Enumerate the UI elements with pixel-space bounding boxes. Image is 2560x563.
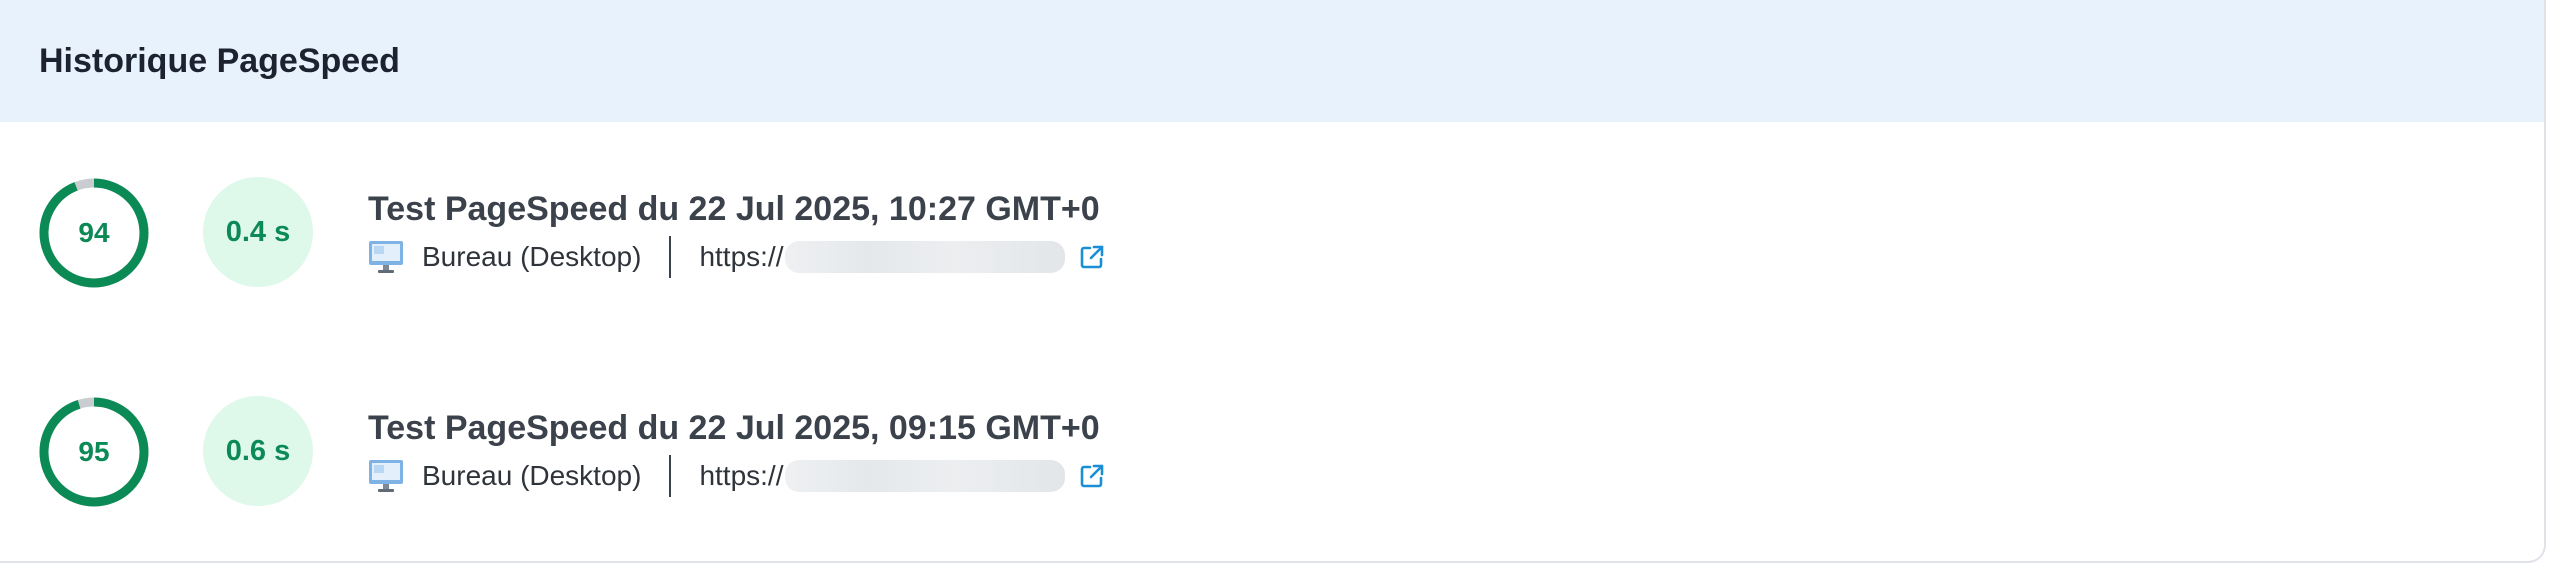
redacted-url xyxy=(785,241,1066,273)
panel-title: Historique PageSpeed xyxy=(39,41,400,80)
device-label: Bureau (Desktop) xyxy=(422,241,642,272)
test-title[interactable]: Test PageSpeed du 22 Jul 2025, 09:15 GMT… xyxy=(368,408,1105,448)
test-meta: Bureau (Desktop) https:// xyxy=(368,235,1105,279)
desktop-monitor-icon xyxy=(368,459,404,493)
pagespeed-history-panel: Historique PageSpeed 94 0.4 s Test PageS… xyxy=(0,0,2546,563)
url-prefix: https:// xyxy=(699,241,784,272)
panel-header: Historique PageSpeed xyxy=(0,0,2544,122)
score-gauge: 94 xyxy=(38,177,150,289)
score-value: 94 xyxy=(78,217,110,248)
divider xyxy=(669,455,672,497)
test-meta: Bureau (Desktop) https:// xyxy=(368,454,1105,498)
test-title[interactable]: Test PageSpeed du 22 Jul 2025, 10:27 GMT… xyxy=(368,189,1105,229)
external-link-icon[interactable] xyxy=(1079,244,1105,270)
external-link-icon[interactable] xyxy=(1079,463,1105,489)
test-info: Test PageSpeed du 22 Jul 2025, 09:15 GMT… xyxy=(368,408,1105,498)
score-gauge: 95 xyxy=(38,396,150,508)
test-info: Test PageSpeed du 22 Jul 2025, 10:27 GMT… xyxy=(368,189,1105,279)
score-value: 95 xyxy=(78,436,110,467)
test-row: 94 0.4 s Test PageSpeed du 22 Jul 2025, … xyxy=(0,177,2544,289)
url-prefix: https:// xyxy=(699,460,784,491)
desktop-monitor-icon xyxy=(368,240,404,274)
load-time-badge: 0.4 s xyxy=(203,177,313,287)
load-time-badge: 0.6 s xyxy=(203,396,313,506)
redacted-url xyxy=(785,460,1066,492)
device-label: Bureau (Desktop) xyxy=(422,460,642,491)
divider xyxy=(669,236,672,278)
test-row: 95 0.6 s Test PageSpeed du 22 Jul 2025, … xyxy=(0,396,2544,508)
